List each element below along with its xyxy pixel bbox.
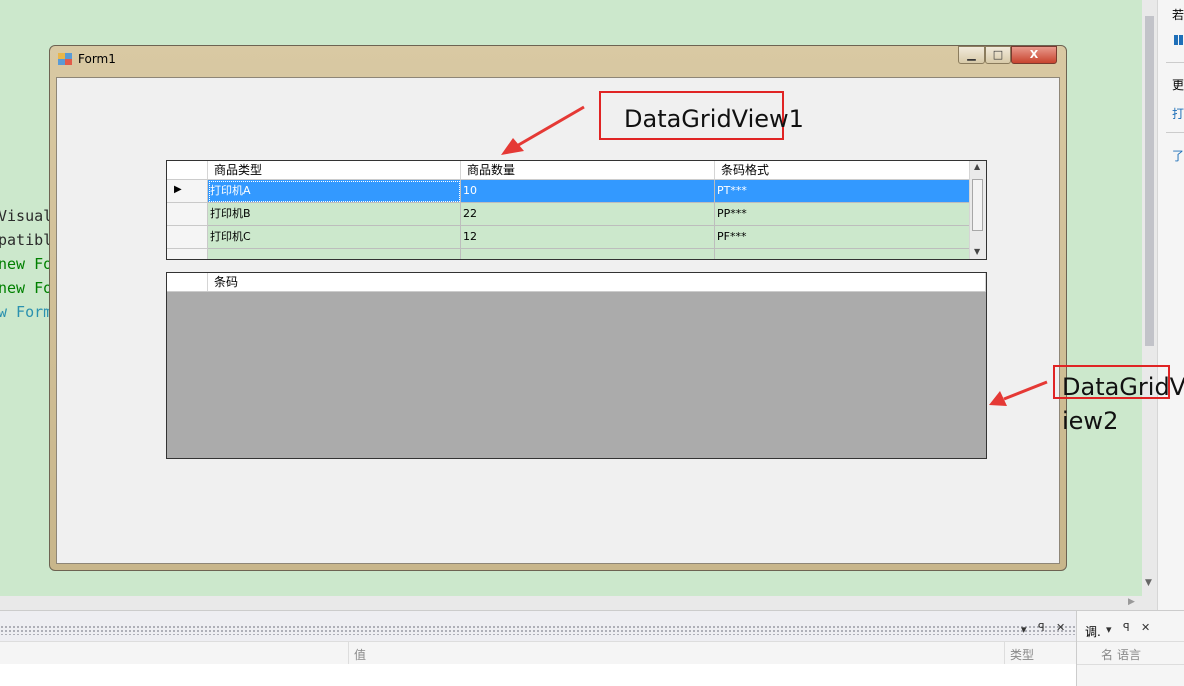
column-divider xyxy=(348,642,349,664)
call-stack-panel: 调. ▾ ꟼ ✕ 名 语言 xyxy=(1076,611,1184,686)
panel-tab-label[interactable]: 调. xyxy=(1085,623,1101,640)
type-column-header: 类型 xyxy=(1010,648,1035,662)
pin-icon[interactable]: ꟼ xyxy=(1123,621,1130,634)
language-column-header: 语言 xyxy=(1117,648,1142,662)
annotation-arrows xyxy=(501,105,1048,406)
pin-icon[interactable]: ꟼ xyxy=(1038,621,1045,634)
value-column-header: 值 xyxy=(354,648,367,662)
dropdown-icon[interactable]: ▾ xyxy=(1021,623,1027,636)
properties-content-area xyxy=(0,664,1076,686)
annotation-label-datagridview2-line2: iew2 xyxy=(1062,407,1119,435)
close-icon[interactable]: ✕ xyxy=(1056,621,1065,634)
annotation-label-datagridview1: DataGridView1 xyxy=(624,105,804,133)
call-stack-header: 名 语言 xyxy=(1077,641,1184,665)
arrow-to-datagridview2 xyxy=(989,380,1048,406)
arrow-to-datagridview1 xyxy=(501,105,585,155)
bottom-tool-panel: ▾ ꟼ ✕ 值 类型 调. ▾ ꟼ ✕ 名 语言 xyxy=(0,610,1184,686)
name-column-header: 名 xyxy=(1101,648,1114,662)
annotation-label-datagridview2-line1: DataGridV xyxy=(1062,373,1184,401)
panel-grip-strip xyxy=(0,625,1076,635)
properties-header-row: 值 类型 xyxy=(0,641,1076,665)
column-divider xyxy=(1004,642,1005,664)
dropdown-icon[interactable]: ▾ xyxy=(1106,623,1112,636)
close-icon[interactable]: ✕ xyxy=(1141,621,1150,634)
